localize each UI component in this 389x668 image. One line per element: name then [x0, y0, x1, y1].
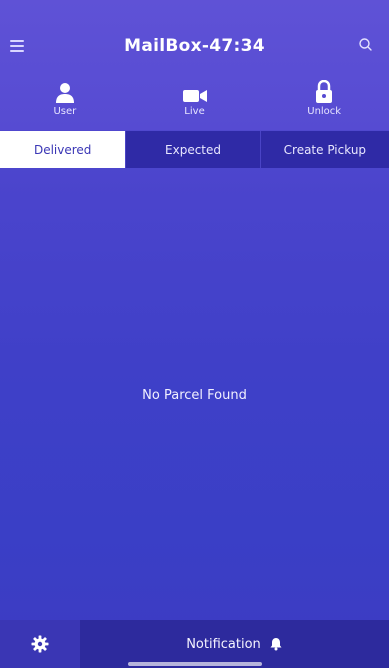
- parcel-list: No Parcel Found: [0, 168, 389, 620]
- notification-label: Notification: [186, 636, 261, 652]
- user-button[interactable]: User: [0, 78, 130, 126]
- header: MailBox-47:34 User Live Unlock: [0, 0, 389, 130]
- top-bar: MailBox-47:34: [0, 28, 389, 64]
- bell-icon: [270, 638, 282, 651]
- gear-icon: [31, 635, 49, 653]
- notification-button[interactable]: Notification: [80, 620, 389, 668]
- lock-icon: [314, 78, 334, 104]
- unlock-label: Unlock: [307, 106, 342, 117]
- tab-expected[interactable]: Expected: [126, 131, 261, 168]
- user-icon: [55, 78, 75, 104]
- search-icon[interactable]: [357, 36, 375, 54]
- unlock-button[interactable]: Unlock: [259, 78, 389, 126]
- home-indicator: [128, 662, 262, 666]
- bottom-bar: Notification: [0, 620, 389, 668]
- video-camera-icon: [182, 78, 208, 104]
- quick-actions: User Live Unlock: [0, 78, 389, 126]
- tab-delivered[interactable]: Delivered: [0, 131, 127, 168]
- live-button[interactable]: Live: [130, 78, 260, 126]
- user-label: User: [53, 106, 77, 117]
- empty-state-message: No Parcel Found: [142, 388, 247, 403]
- tab-bar: Delivered Expected Create Pickup: [0, 131, 389, 168]
- app-screen: MailBox-47:34 User Live Unlock Delivered…: [0, 0, 389, 668]
- page-title: MailBox-47:34: [124, 36, 265, 56]
- tab-create-pickup[interactable]: Create Pickup: [261, 131, 389, 168]
- live-label: Live: [184, 106, 205, 117]
- settings-button[interactable]: [0, 620, 80, 668]
